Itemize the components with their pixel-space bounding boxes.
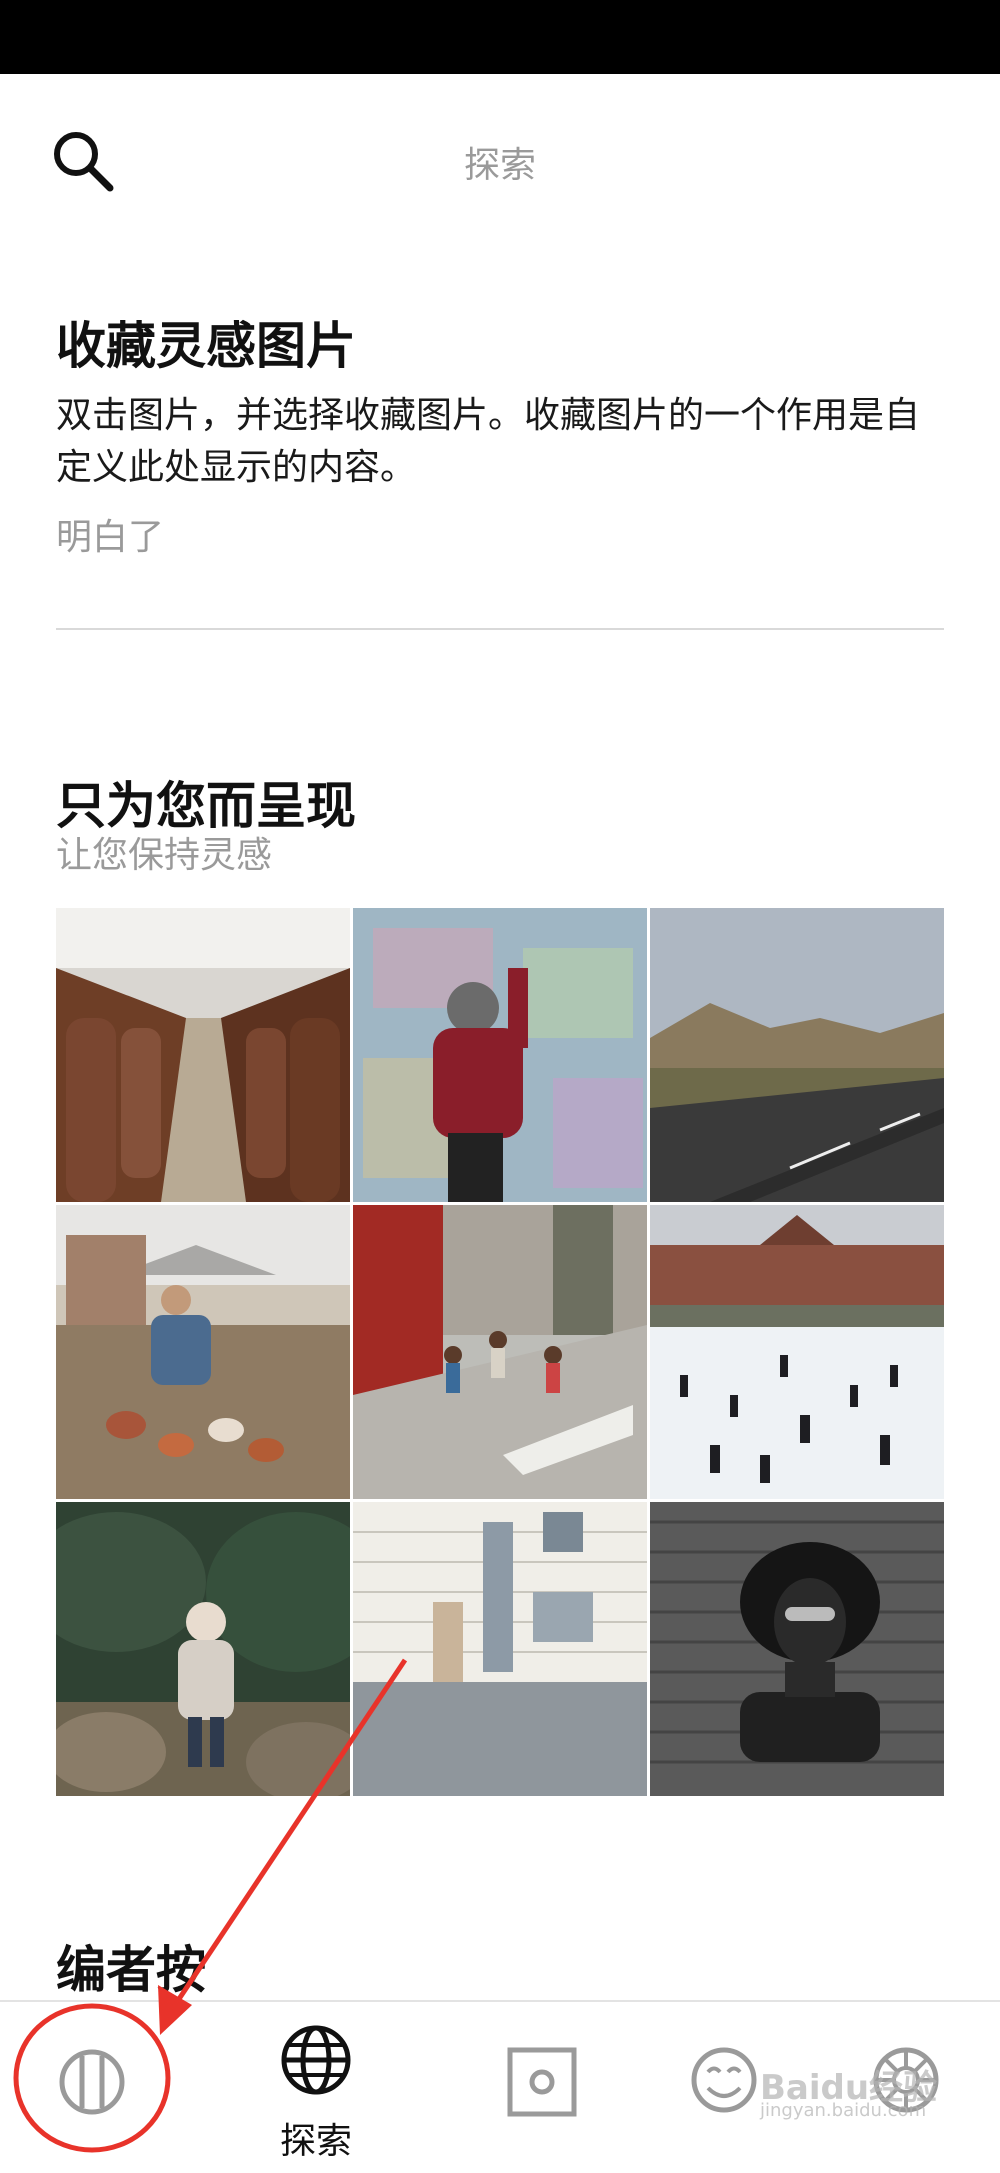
editors-pick-title: 编者按 <box>56 1941 206 1999</box>
photo-chickens-farm[interactable] <box>56 1205 350 1499</box>
photo-white-building[interactable] <box>353 1502 647 1796</box>
photo-grid <box>56 908 944 1796</box>
tab-explore[interactable]: 探索 <box>216 2002 416 2169</box>
photo-child-bushes[interactable] <box>56 1502 350 1796</box>
for-you-subtitle: 让您保持灵感 <box>56 835 273 876</box>
photo-kids-street[interactable] <box>353 1205 647 1499</box>
top-bar: 探索 <box>0 74 1000 244</box>
tip-title: 收藏灵感图片 <box>56 317 356 375</box>
photo-mountain-road[interactable] <box>650 908 944 1202</box>
tab-home[interactable] <box>0 2002 200 2169</box>
photo-bus-interior[interactable] <box>56 908 350 1202</box>
page-title: 探索 <box>463 145 536 186</box>
baidu-watermark-url: jingyan.baidu.com <box>760 2100 927 2121</box>
tip-dismiss-button[interactable]: 明白了 <box>56 508 164 560</box>
photo-woman-bw[interactable] <box>650 1502 944 1796</box>
photo-graffiti-wall[interactable] <box>353 908 647 1202</box>
square-dot-icon <box>507 2047 577 2117</box>
circle-stripes-icon <box>59 2049 125 2115</box>
tip-body: 双击图片，并选择收藏图片。收藏图片的一个作用是自定义此处显示的内容。 <box>56 395 921 488</box>
status-bar <box>0 0 1000 74</box>
globe-icon <box>281 2025 351 2095</box>
photo-ice-skating[interactable] <box>650 1205 944 1499</box>
tab-explore-label: 探索 <box>279 2121 352 2162</box>
tab-camera[interactable] <box>442 2002 642 2169</box>
section-divider <box>56 628 944 630</box>
